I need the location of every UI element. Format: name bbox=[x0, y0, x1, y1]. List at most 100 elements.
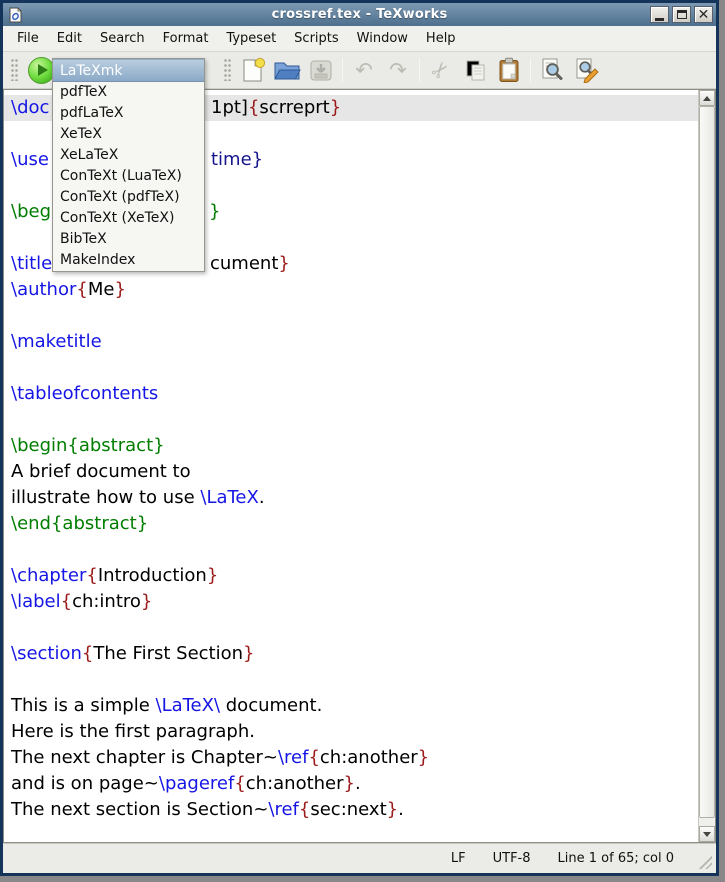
close-icon: ✕ bbox=[698, 8, 710, 22]
code-fragment: The next chapter is Chapter~\ref{ch:anot… bbox=[11, 745, 429, 771]
menubar: FileEditSearchFormatTypesetScriptsWindow… bbox=[3, 26, 716, 52]
toolbar-separator bbox=[419, 58, 420, 82]
code-line-22: \section{The First Section} bbox=[4, 641, 698, 667]
texworks-window: crossref.tex - TeXworks ✕ FileEditSearch… bbox=[0, 0, 719, 876]
copy-button[interactable] bbox=[460, 55, 490, 86]
menu-item-scripts[interactable]: Scripts bbox=[285, 27, 347, 50]
typeset-option-xelatex[interactable]: XeLaTeX bbox=[53, 145, 204, 166]
menu-item-edit[interactable]: Edit bbox=[48, 27, 91, 50]
code-fragment: cument} bbox=[210, 251, 290, 277]
scrollbar-track[interactable] bbox=[699, 106, 715, 826]
toolbar-grip[interactable] bbox=[224, 59, 232, 81]
save-button[interactable] bbox=[306, 55, 336, 86]
undo-button[interactable]: ↶ bbox=[349, 55, 379, 86]
toolbar-separator bbox=[342, 58, 343, 82]
maximize-icon bbox=[677, 10, 687, 19]
resize-grip[interactable] bbox=[697, 854, 712, 869]
cut-icon: ✂ bbox=[427, 57, 454, 84]
code-fragment: \end{abstract} bbox=[11, 511, 148, 537]
vertical-scrollbar bbox=[698, 90, 715, 842]
menu-item-search[interactable]: Search bbox=[91, 27, 154, 50]
paste-button[interactable] bbox=[494, 55, 524, 86]
code-fragment: } bbox=[209, 199, 220, 225]
typeset-option-xetex[interactable]: XeTeX bbox=[53, 124, 204, 145]
play-icon bbox=[38, 64, 48, 76]
code-line-25: Here is the first paragraph. bbox=[4, 719, 698, 745]
new-document-icon bbox=[240, 57, 266, 84]
save-icon bbox=[308, 58, 334, 83]
code-fragment: \title bbox=[11, 251, 52, 277]
menu-item-typeset[interactable]: Typeset bbox=[217, 27, 285, 50]
menu-item-help[interactable]: Help bbox=[417, 27, 465, 50]
code-fragment: Here is the first paragraph. bbox=[11, 719, 255, 745]
code-fragment: \beg bbox=[11, 199, 51, 225]
typeset-option-makeindex[interactable]: MakeIndex bbox=[53, 250, 204, 271]
scroll-down-button[interactable] bbox=[699, 826, 715, 842]
code-fragment: \section{The First Section} bbox=[11, 641, 255, 667]
code-line-8: \author{Me} bbox=[4, 277, 698, 303]
typeset-option-context-pdftex[interactable]: ConTeXt (pdfTeX) bbox=[53, 187, 204, 208]
window-title: crossref.tex - TeXworks bbox=[3, 7, 716, 22]
code-line-14: \begin{abstract} bbox=[4, 433, 698, 459]
line-ending-indicator: LF bbox=[451, 851, 466, 866]
typeset-option-pdflatex[interactable]: pdfLaTeX bbox=[53, 103, 204, 124]
code-line-24: This is a simple \LaTeX\ document. bbox=[4, 693, 698, 719]
find-replace-button[interactable] bbox=[571, 55, 601, 86]
code-line-15: A brief document to bbox=[4, 459, 698, 485]
code-line-20: \label{ch:intro} bbox=[4, 589, 698, 615]
cut-button[interactable]: ✂ bbox=[426, 55, 456, 86]
typeset-option-latexmk[interactable]: LaTeXmk bbox=[53, 59, 204, 82]
cursor-position-indicator: Line 1 of 65; col 0 bbox=[558, 851, 674, 866]
undo-icon: ↶ bbox=[355, 60, 373, 81]
menu-item-window[interactable]: Window bbox=[348, 27, 417, 50]
paste-icon bbox=[496, 57, 522, 84]
typeset-option-context-xetex[interactable]: ConTeXt (XeTeX) bbox=[53, 208, 204, 229]
redo-button[interactable]: ↷ bbox=[383, 55, 413, 86]
typeset-dropdown-list: LaTeXmkpdfTeXpdfLaTeXXeTeXXeLaTeXConTeXt… bbox=[52, 58, 205, 272]
open-folder-icon bbox=[273, 58, 301, 82]
scrollbar-thumb[interactable] bbox=[699, 106, 715, 818]
typeset-option-context-luatex[interactable]: ConTeXt (LuaTeX) bbox=[53, 166, 204, 187]
code-line-27: and is on page~\pageref{ch:another}. bbox=[4, 771, 698, 797]
close-button[interactable]: ✕ bbox=[694, 6, 713, 23]
arrow-down-icon bbox=[703, 832, 711, 837]
typeset-option-bibtex[interactable]: BibTeX bbox=[53, 229, 204, 250]
statusbar: LF UTF-8 Line 1 of 65; col 0 bbox=[3, 843, 716, 873]
typeset-option-pdftex[interactable]: pdfTeX bbox=[53, 82, 204, 103]
toolbar-separator bbox=[530, 58, 531, 82]
code-line-28: The next section is Section~\ref{sec:nex… bbox=[4, 797, 698, 823]
code-fragment: This is a simple \LaTeX\ document. bbox=[11, 693, 322, 719]
code-fragment: \author{Me} bbox=[11, 277, 126, 303]
code-line-19: \chapter{Introduction} bbox=[4, 563, 698, 589]
code-fragment: \maketitle bbox=[11, 329, 102, 355]
titlebar[interactable]: crossref.tex - TeXworks ✕ bbox=[3, 3, 716, 26]
find-replace-icon bbox=[573, 57, 600, 83]
redo-icon: ↷ bbox=[389, 60, 407, 81]
minimize-icon bbox=[655, 18, 664, 21]
code-line-17: \end{abstract} bbox=[4, 511, 698, 537]
scroll-up-button[interactable] bbox=[699, 90, 715, 106]
toolbar-grip[interactable] bbox=[11, 59, 19, 81]
find-icon bbox=[539, 57, 565, 83]
copy-icon bbox=[463, 58, 488, 83]
code-fragment: illustrate how to use \LaTeX. bbox=[11, 485, 265, 511]
maximize-button[interactable] bbox=[672, 6, 691, 23]
code-fragment: A brief document to bbox=[11, 459, 191, 485]
code-fragment: \tableofcontents bbox=[11, 381, 158, 407]
typeset-run-button[interactable] bbox=[28, 57, 55, 84]
new-document-button[interactable] bbox=[238, 55, 268, 86]
code-fragment: \use bbox=[11, 147, 49, 173]
minimize-button[interactable] bbox=[650, 6, 669, 23]
open-button[interactable] bbox=[272, 55, 302, 86]
code-fragment: \doc bbox=[11, 95, 49, 121]
code-fragment: The next section is Section~\ref{sec:nex… bbox=[11, 797, 404, 823]
code-line-12: \tableofcontents bbox=[4, 381, 698, 407]
menu-item-file[interactable]: File bbox=[8, 27, 48, 50]
arrow-up-icon bbox=[703, 96, 711, 101]
find-button[interactable] bbox=[537, 55, 567, 86]
code-fragment: 1pt]{scrreprt} bbox=[211, 95, 341, 121]
code-fragment: \begin{abstract} bbox=[11, 433, 165, 459]
code-fragment: time} bbox=[211, 147, 263, 173]
menu-item-format[interactable]: Format bbox=[154, 27, 218, 50]
encoding-indicator: UTF-8 bbox=[493, 851, 531, 866]
